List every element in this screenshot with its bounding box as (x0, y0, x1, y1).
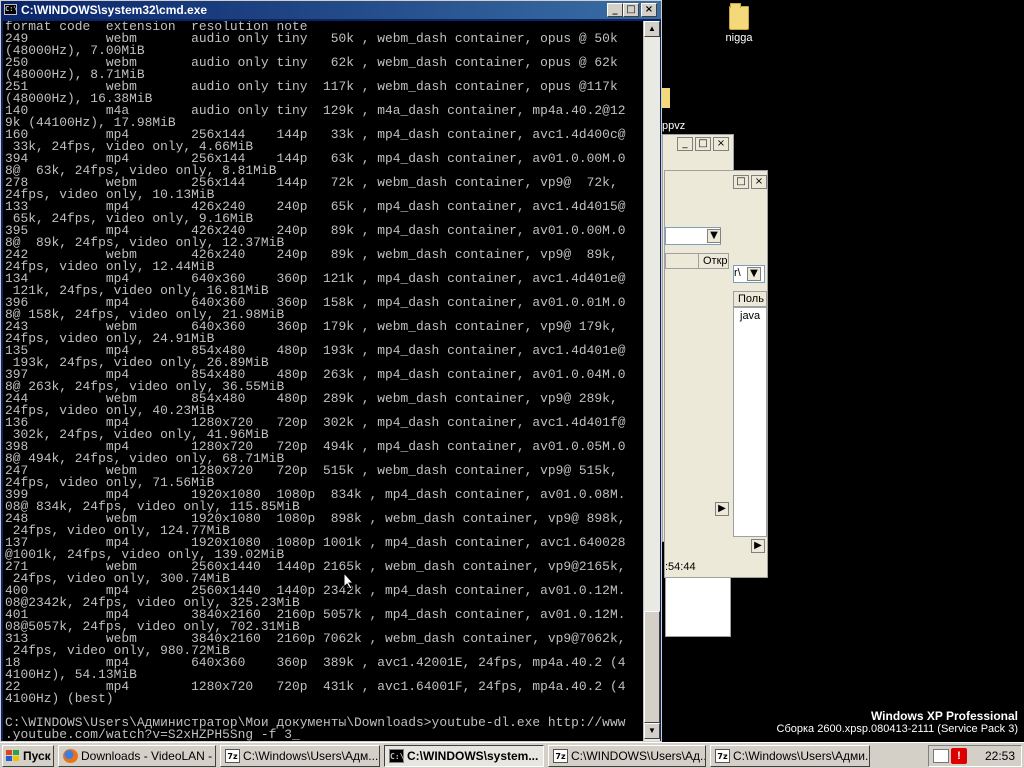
taskbar-button-videolan[interactable]: Downloads - VideoLAN - ... (58, 745, 216, 767)
maximize-button[interactable]: □ (733, 175, 749, 189)
scrollbar-thumb[interactable] (644, 611, 660, 723)
cmd-window[interactable]: C:\ C:\WINDOWS\system32\cmd.exe _ □ × fo… (0, 0, 662, 742)
column-header[interactable] (665, 253, 699, 269)
taskbar: Пуск Downloads - VideoLAN - ... 7z C:\Wi… (0, 742, 1024, 768)
scroll-right-arrow[interactable]: ▶ (751, 539, 765, 553)
console-area[interactable]: format code extension resolution note 249… (3, 21, 643, 741)
system-tray: ! 22:53 (928, 745, 1022, 767)
close-button[interactable]: × (713, 137, 729, 151)
maximize-button[interactable]: □ (623, 3, 639, 17)
taskbar-button-cmd[interactable]: C:\ C:\WINDOWS\system... (384, 745, 544, 767)
mouse-cursor-icon (343, 572, 355, 590)
taskbar-button-7zip-1[interactable]: 7z C:\Windows\Users\Адм... (220, 745, 380, 767)
scroll-up-arrow[interactable]: ▲ (644, 21, 660, 37)
folder-icon (729, 3, 749, 30)
cmd-icon: C:\ (389, 749, 404, 763)
status-time: :54:44 (665, 561, 696, 573)
background-window-dialog[interactable]: □ × ▼ Откр r\ ▼ Поль java ▶ ▶ :54:44 (664, 170, 768, 578)
tray-app-icon[interactable] (933, 749, 949, 763)
maximize-button[interactable]: □ (695, 137, 711, 151)
list-item[interactable]: java (740, 310, 760, 322)
taskbar-button-label: C:\Windows\Users\Адм... (243, 749, 379, 763)
taskbar-button-label: C:\Windows\Users\Адми... (733, 749, 870, 763)
taskbar-button-label: Downloads - VideoLAN - ... (81, 749, 216, 763)
close-button[interactable]: × (641, 3, 657, 17)
console-output: format code extension resolution note 249… (5, 21, 643, 741)
7zip-icon: 7z (225, 749, 240, 763)
console-line: 4100Hz) (best) (5, 691, 114, 706)
desktop-folder-icon[interactable]: nigga (704, 3, 774, 44)
column-header-open[interactable]: Откр (699, 253, 729, 269)
minimize-button[interactable]: _ (607, 3, 623, 17)
item-list[interactable]: java (733, 307, 767, 537)
combobox-dropdown-arrow[interactable]: ▼ (747, 267, 761, 281)
7zip-icon: 7z (553, 749, 568, 763)
taskbar-button-label: C:\WINDOWS\system... (407, 749, 539, 763)
desktop-icon-label: nigga (725, 32, 753, 44)
os-build: Сборка 2600.xpsp.080413-2111 (Service Pa… (776, 723, 1018, 735)
folder-icon (662, 88, 670, 108)
scroll-down-arrow[interactable]: ▼ (644, 723, 660, 739)
window-title: C:\WINDOWS\system32\cmd.exe (21, 3, 208, 17)
cmd-icon[interactable]: C:\ (4, 4, 18, 15)
taskbar-button-7zip-3[interactable]: 7z C:\Windows\Users\Адми... (710, 745, 870, 767)
vertical-scrollbar[interactable]: ▲ ▼ (643, 21, 660, 741)
scroll-right-arrow[interactable]: ▶ (715, 502, 729, 516)
combobox-value: r\ (734, 267, 741, 279)
os-edition: Windows XP Professional (870, 709, 1018, 723)
console-line: .youtube.com/watch?v=S2xHZPH5Sng -f 3_ (5, 727, 300, 741)
tray-clock[interactable]: 22:53 (985, 746, 1015, 766)
start-button[interactable]: Пуск (2, 745, 54, 767)
windows-logo-icon (6, 750, 20, 762)
taskbar-button-label: C:\WINDOWS\Users\Ад... (571, 749, 706, 763)
7zip-icon: 7z (715, 749, 730, 763)
column-header-user[interactable]: Поль (733, 291, 767, 307)
start-label: Пуск (23, 749, 51, 763)
desktop-icon-label: ppvz (662, 120, 686, 132)
tray-antivirus-icon[interactable]: ! (951, 748, 967, 764)
minimize-button[interactable]: _ (677, 137, 693, 151)
taskbar-button-7zip-2[interactable]: 7z C:\WINDOWS\Users\Ад... (548, 745, 706, 767)
window-titlebar[interactable]: C:\ C:\WINDOWS\system32\cmd.exe (1, 1, 661, 19)
firefox-icon (63, 749, 78, 763)
close-button[interactable]: × (751, 175, 767, 189)
combobox-dropdown-arrow[interactable]: ▼ (707, 229, 721, 243)
os-branding: Windows XP Professional Сборка 2600.xpsp… (777, 709, 1018, 735)
